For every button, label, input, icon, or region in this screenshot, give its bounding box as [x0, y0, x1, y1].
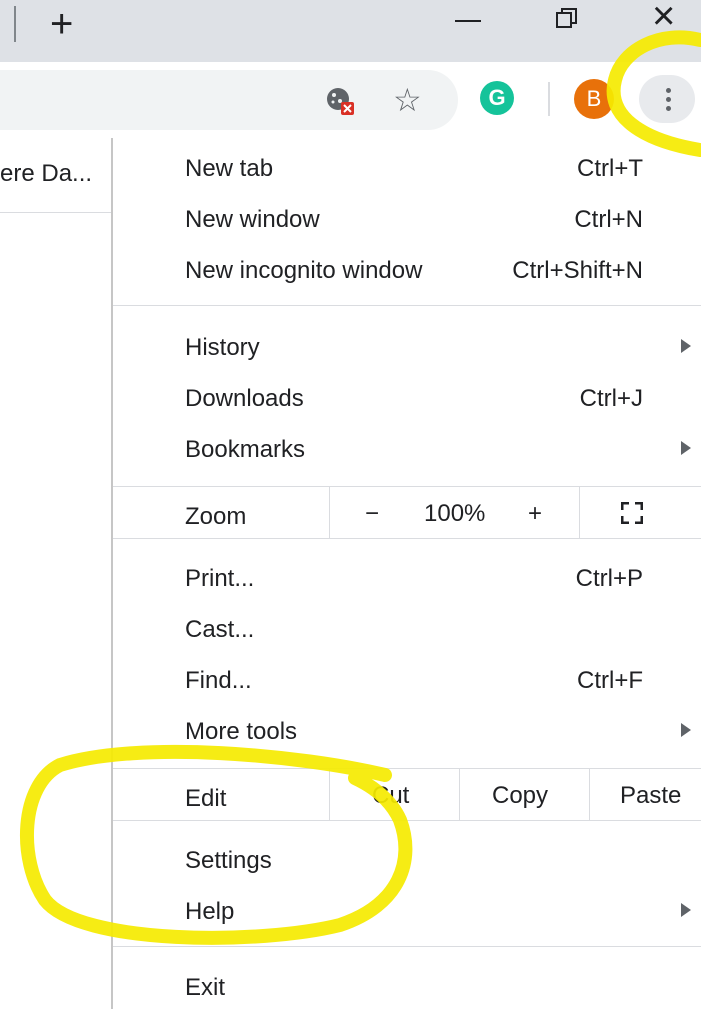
menu-item-bookmarks[interactable]: Bookmarks	[185, 436, 305, 464]
menu-separator	[113, 538, 701, 539]
edit-divider	[329, 769, 330, 820]
shortcut-downloads: Ctrl+J	[579, 385, 643, 412]
chrome-main-menu: New tab Ctrl+T New window Ctrl+N New inc…	[111, 138, 701, 1009]
zoom-divider	[579, 487, 580, 538]
menu-item-history[interactable]: History	[185, 334, 260, 362]
zoom-out-button[interactable]: −	[365, 500, 379, 528]
zoom-level: 100%	[424, 500, 486, 527]
menu-item-cast[interactable]: Cast...	[185, 616, 254, 644]
shortcut-find: Ctrl+F	[577, 667, 643, 694]
menu-item-new-window[interactable]: New window	[185, 206, 320, 234]
menu-dot	[666, 88, 671, 93]
menu-item-downloads[interactable]: Downloads	[185, 385, 304, 413]
menu-dot	[666, 97, 671, 102]
browser-toolbar: ☆ G B	[0, 62, 701, 138]
menu-item-zoom: Zoom	[185, 503, 247, 530]
menu-separator	[113, 768, 701, 769]
cookie-blocked-icon[interactable]	[325, 86, 355, 116]
page-title-text: ere Da...	[0, 160, 93, 187]
menu-item-find[interactable]: Find...	[185, 667, 252, 695]
menu-item-settings[interactable]: Settings	[185, 847, 272, 875]
submenu-arrow-icon	[681, 339, 691, 353]
menu-separator	[113, 486, 701, 487]
shortcut-new-tab: Ctrl+T	[577, 155, 643, 182]
toolbar-divider	[548, 82, 550, 116]
minimize-icon[interactable]	[455, 20, 481, 22]
submenu-arrow-icon	[681, 903, 691, 917]
menu-item-more-tools[interactable]: More tools	[185, 718, 297, 746]
fullscreen-icon[interactable]	[621, 502, 643, 524]
shortcut-new-window: Ctrl+N	[574, 206, 643, 233]
menu-item-new-tab[interactable]: New tab	[185, 155, 273, 183]
copy-button[interactable]: Copy	[492, 782, 548, 810]
page-divider	[0, 212, 111, 213]
restore-icon[interactable]	[555, 6, 579, 30]
close-window-icon[interactable]: ×	[652, 0, 675, 38]
menu-separator	[113, 946, 701, 947]
shortcut-print: Ctrl+P	[575, 565, 643, 592]
paste-button[interactable]: Paste	[620, 782, 681, 810]
zoom-in-button[interactable]: +	[528, 500, 542, 528]
menu-separator	[113, 305, 701, 306]
page-content: ere Da...	[0, 138, 111, 1009]
menu-item-edit: Edit	[185, 785, 227, 812]
menu-separator	[113, 820, 701, 821]
profile-avatar[interactable]: B	[574, 79, 614, 119]
menu-item-help[interactable]: Help	[185, 898, 234, 926]
title-bar: + ×	[0, 0, 701, 62]
chrome-menu-button[interactable]	[639, 75, 695, 123]
bookmark-star-icon[interactable]: ☆	[393, 82, 422, 118]
submenu-arrow-icon	[681, 723, 691, 737]
menu-item-new-incognito-window[interactable]: New incognito window	[185, 257, 422, 285]
submenu-arrow-icon	[681, 441, 691, 455]
tab-divider	[14, 6, 16, 42]
menu-dot	[666, 106, 671, 111]
new-tab-icon[interactable]: +	[50, 2, 73, 46]
shortcut-new-incognito-window: Ctrl+Shift+N	[512, 257, 643, 284]
edit-divider	[459, 769, 460, 820]
zoom-divider	[329, 487, 330, 538]
grammarly-extension-icon[interactable]: G	[480, 81, 514, 115]
cut-button[interactable]: Cut	[372, 782, 409, 810]
address-bar[interactable]	[0, 70, 458, 130]
edit-divider	[589, 769, 590, 820]
menu-item-print[interactable]: Print...	[185, 565, 254, 593]
menu-item-exit[interactable]: Exit	[185, 974, 225, 1002]
